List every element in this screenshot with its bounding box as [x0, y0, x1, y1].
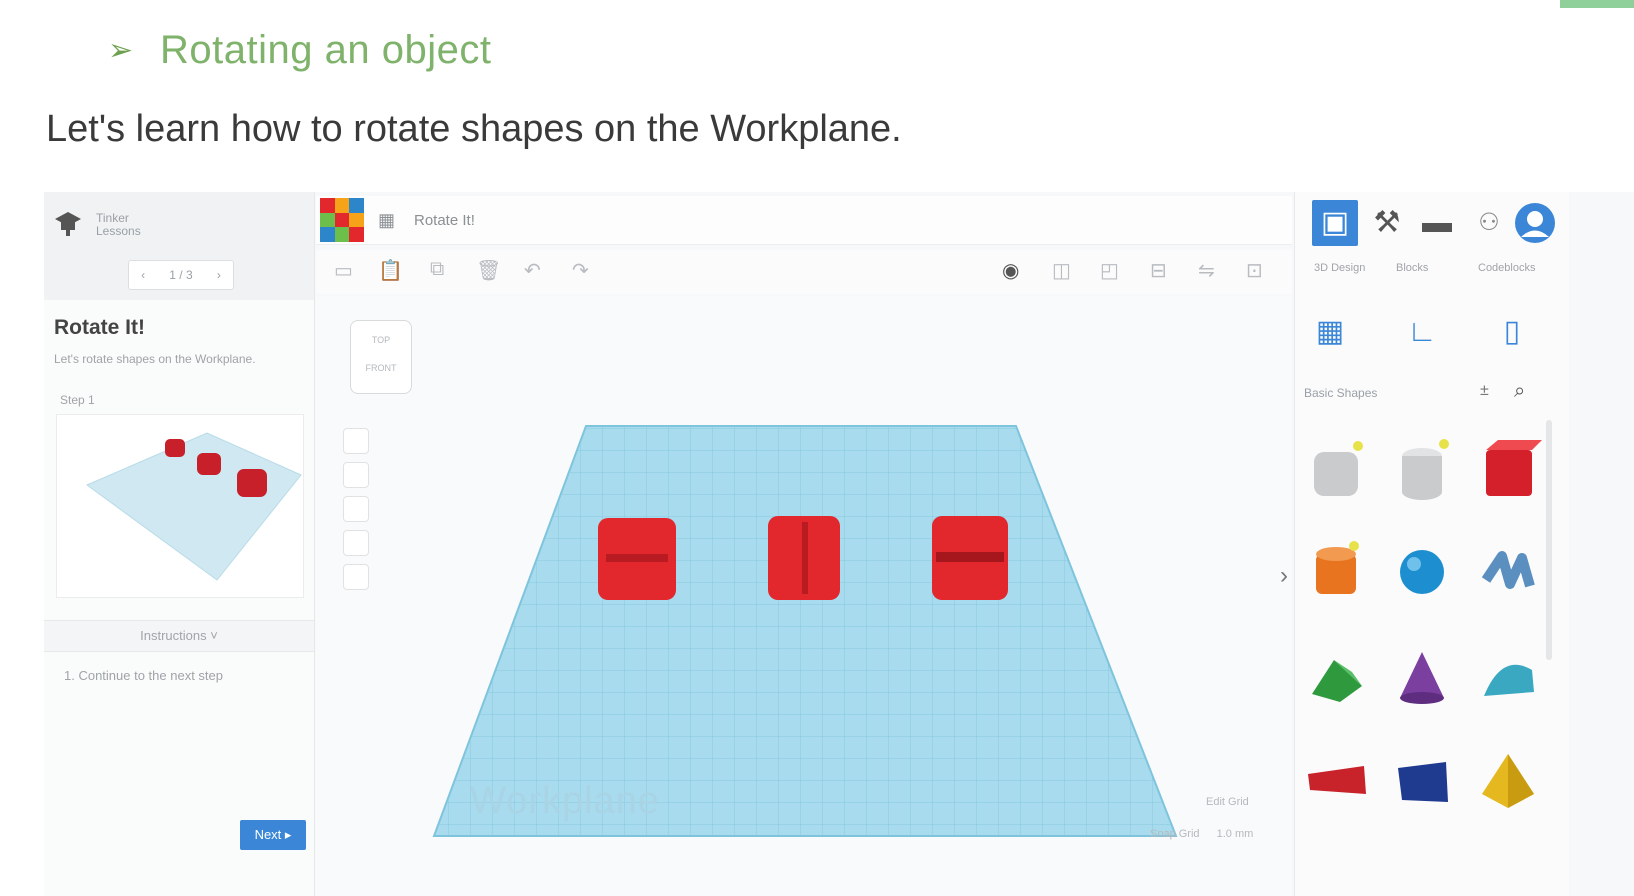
zoom-out-icon[interactable] [343, 530, 369, 556]
lightbulb-icon[interactable]: ◉ [1002, 258, 1019, 283]
edit-grid-link[interactable]: Edit Grid [1206, 796, 1249, 808]
view-cube-front[interactable]: FRONT [351, 363, 411, 373]
mode-label-codeblocks[interactable]: Codeblocks [1478, 262, 1535, 274]
instructions-header: Instructions [140, 628, 207, 643]
slide-heading: Rotating an object [160, 28, 492, 72]
ruler-icon[interactable]: ∟ [1400, 310, 1444, 354]
graduation-cap-icon[interactable] [54, 208, 82, 238]
shape-box[interactable] [1472, 436, 1544, 508]
pager-count: 1 / 3 [169, 268, 193, 282]
mirror-icon[interactable]: ⇋ [1198, 258, 1215, 283]
instruction-item: 1. Continue to the next step [64, 668, 223, 683]
red-box-right[interactable] [932, 516, 1008, 600]
shape-scribble[interactable] [1472, 536, 1544, 608]
avatar[interactable] [1512, 200, 1558, 246]
lesson-subtitle: Let's rotate shapes on the Workplane. [54, 352, 256, 366]
red-box-center[interactable] [768, 516, 840, 600]
snap-grid-value[interactable]: 1.0 mm [1217, 828, 1254, 840]
fit-view-icon[interactable] [343, 462, 369, 488]
lesson-pager: ‹ 1 / 3 › [128, 260, 234, 290]
design-title[interactable]: Rotate It! [414, 212, 475, 229]
redo-icon[interactable]: ↷ [572, 258, 589, 283]
duplicate-icon[interactable]: ⧉ [430, 258, 444, 281]
workplane-label: Workplane [470, 780, 660, 822]
snap-grid-label: Snap Grid [1150, 828, 1200, 840]
3d-viewport[interactable] [316, 296, 1292, 896]
shape-pyramid[interactable] [1472, 744, 1544, 816]
cruise-icon[interactable]: ⊡ [1246, 258, 1263, 283]
collapse-panel-icon[interactable]: › [1280, 562, 1288, 590]
shapes-scrollbar[interactable] [1546, 420, 1552, 660]
lesson-preview-image [56, 414, 304, 598]
pickaxe-icon[interactable]: ⚒ [1364, 200, 1410, 246]
pager-next-button[interactable]: › [217, 268, 221, 282]
view-controls [338, 420, 374, 620]
shape-sphere[interactable] [1386, 536, 1458, 608]
shape-hole-box[interactable] [1300, 436, 1372, 508]
lesson-title: Rotate It! [54, 316, 145, 339]
add-user-icon[interactable]: ⚇ [1466, 200, 1512, 246]
design-grid-icon[interactable]: ▦ [378, 210, 398, 230]
slide-corner-tab [1560, 0, 1634, 8]
instructions-toggle[interactable]: Instructions ˅ [44, 620, 314, 652]
workplane-canvas[interactable] [316, 296, 1292, 896]
shape-text[interactable] [1300, 744, 1372, 816]
perspective-icon[interactable] [343, 564, 369, 590]
pager-prev-button[interactable]: ‹ [141, 268, 145, 282]
shape-cylinder[interactable] [1300, 536, 1372, 608]
lesson-step-label: Step 1 [60, 393, 95, 407]
mode-label-3d[interactable]: 3D Design [1314, 262, 1365, 274]
shape-shape-generator[interactable] [1386, 744, 1458, 816]
slide-intro-text: Let's learn how to rotate shapes on the … [46, 108, 902, 150]
mode-label-blocks[interactable]: Blocks [1396, 262, 1428, 274]
edit-toolbar [316, 250, 1292, 294]
shapes-category-select[interactable]: Basic Shapes [1304, 386, 1377, 400]
shape-cone[interactable] [1386, 642, 1458, 714]
lessons-brand: Tinker Lessons [96, 212, 141, 238]
search-icon[interactable]: ⌕ [1514, 380, 1525, 403]
tinkercad-logo[interactable] [320, 198, 364, 242]
bullet-arrow-icon: ➢ [108, 34, 134, 67]
undo-icon[interactable]: ↶ [524, 258, 541, 283]
red-box-left[interactable] [598, 518, 676, 600]
home-view-icon[interactable] [343, 428, 369, 454]
shape-hole-cylinder[interactable] [1386, 436, 1458, 508]
ungroup-icon[interactable]: ◰ [1100, 258, 1119, 283]
new-shape-icon[interactable]: ▭ [334, 258, 353, 283]
shape-roof[interactable] [1300, 642, 1372, 714]
zoom-in-icon[interactable] [343, 496, 369, 522]
trash-icon[interactable]: 🗑 [476, 258, 501, 283]
clipboard-icon[interactable]: 📋 [378, 258, 403, 283]
snap-grid-control[interactable]: Snap Grid 1.0 mm [1150, 828, 1253, 840]
brick-icon[interactable]: ▬ [1414, 200, 1460, 246]
shape-round-roof[interactable] [1472, 642, 1544, 714]
notes-icon[interactable]: ▯ [1490, 310, 1534, 354]
next-step-button[interactable]: Next ▸ [240, 820, 306, 850]
brand-line-2: Lessons [96, 224, 141, 238]
align-icon[interactable]: ⊟ [1150, 258, 1167, 283]
view-cube-top[interactable]: TOP [351, 335, 411, 345]
chevron-down-icon: ˅ [210, 628, 218, 643]
group-icon[interactable]: ◫ [1052, 258, 1071, 283]
view-cube[interactable]: TOP FRONT [350, 320, 412, 394]
workplane-icon[interactable]: ▦ [1308, 310, 1352, 354]
chevron-down-icon[interactable]: ± [1480, 382, 1489, 400]
grid-mode-icon[interactable]: ▣ [1312, 200, 1358, 246]
